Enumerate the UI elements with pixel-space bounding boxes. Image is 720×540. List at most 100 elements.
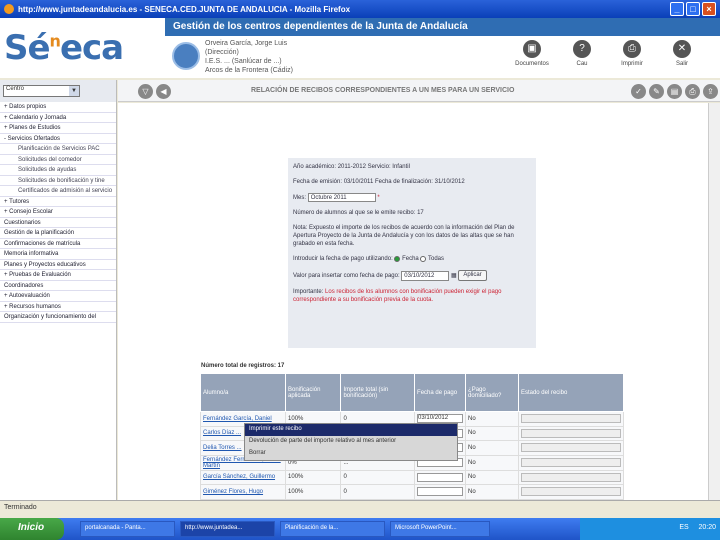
taskbar-item[interactable]: http://www.juntadea... [180, 521, 275, 537]
vertical-scrollbar[interactable] [708, 103, 720, 500]
month-select[interactable]: Octubre 2011 [307, 193, 376, 202]
print-button[interactable]: ⎙ Imprimir [614, 40, 650, 67]
radio-fecha[interactable] [394, 255, 401, 262]
minimize-button[interactable]: _ [670, 2, 684, 16]
calendar-icon[interactable]: ▦ [451, 273, 457, 279]
documents-button[interactable]: ▣ Documentos [514, 40, 550, 67]
app-header: Séneca Gestión de los centros dependient… [0, 18, 720, 78]
user-info: Orveira García, Jorge Luis (Dirección) I… [205, 40, 293, 74]
col-header[interactable]: Estado del recibo [517, 373, 625, 412]
filter-icon[interactable]: ▽ [138, 84, 153, 99]
menu-item-print-receipt[interactable]: Imprimir este recibo [245, 424, 457, 436]
paid-cell: No [465, 425, 519, 441]
status-cell [517, 484, 625, 500]
back-icon[interactable]: ◀ [156, 84, 171, 99]
clock: 20:20 [698, 524, 716, 531]
student-name-link[interactable]: García Sánchez, Guillermo [199, 469, 287, 485]
status-select[interactable] [520, 414, 621, 424]
report-icon[interactable]: ▤ [667, 84, 682, 99]
form-line-count: Número de alumnos al que se le emite rec… [293, 210, 424, 217]
sidebar-item[interactable]: + Consejo Escolar [0, 207, 116, 218]
header-banner: Gestión de los centros dependientes de l… [165, 18, 720, 36]
table-row[interactable]: García Sánchez, Guillermo 100% 0 No [199, 469, 625, 485]
sidebar-item[interactable]: + Tutores [0, 197, 116, 207]
student-name-link[interactable]: Giménez Flores, Hugo [199, 484, 287, 500]
taskbar-item[interactable]: Microsoft PowerPoint... [390, 521, 490, 537]
page-title: RELACIÓN DE RECIBOS CORRESPONDIENTES A U… [251, 87, 515, 94]
sidebar-item[interactable]: Solicitudes de bonificación y tine [0, 176, 116, 186]
payment-date-field[interactable]: 03/10/2012 [417, 414, 464, 424]
menu-item-delete[interactable]: Borrar [245, 448, 457, 460]
window-controls: _ □ × [670, 2, 716, 16]
chevron-down-icon: ▼ [69, 86, 79, 96]
sidebar-list: + Datos propios + Calendario y Jornada + P… [0, 102, 116, 323]
sidebar-item[interactable]: Solicitudes de ayudas [0, 165, 116, 176]
sidebar-item[interactable]: Cuestionarios [0, 218, 116, 228]
paid-cell: No [465, 440, 519, 456]
sidebar-item[interactable]: + Calendario y Jornada [0, 113, 116, 123]
date-cell [414, 469, 467, 485]
col-header[interactable]: Fecha de pago [414, 373, 467, 412]
status-select[interactable] [520, 428, 621, 438]
col-header[interactable]: Importe total (sin bonificación) [340, 373, 416, 412]
paid-cell: No [465, 411, 519, 427]
start-button[interactable]: Inicio [0, 518, 64, 540]
print-icon[interactable]: ⎙ [685, 84, 700, 99]
print-icon: ⎙ [623, 40, 641, 58]
taskbar: Inicio portalcanada - Panta... http://ww… [0, 518, 720, 540]
table-row[interactable]: Giménez Flores, Hugo 100% 0 No [199, 484, 625, 500]
taskbar-item[interactable]: Planificación de la... [280, 521, 385, 537]
sidebar-item[interactable]: + Recursos humanos [0, 302, 116, 312]
payment-date-field[interactable] [417, 487, 464, 497]
sidebar-item[interactable]: + Pruebas de Evaluación [0, 270, 116, 281]
sidebar-item[interactable]: + Datos propios [0, 102, 116, 113]
amount-cell: 0 [340, 469, 416, 485]
status-cell [517, 425, 625, 441]
status-cell [517, 440, 625, 456]
sidebar-item[interactable]: Coordinadores [0, 281, 116, 291]
form-line-year: Año académico: 2011-2012 Servicio: Infan… [293, 164, 410, 170]
exit-button[interactable]: ✕ Salir [664, 40, 700, 67]
cau-button[interactable]: ? Cau [564, 40, 600, 67]
status-select[interactable] [520, 472, 621, 482]
sidebar-item[interactable]: Planes y Proyectos educativos [0, 260, 116, 270]
sidebar-item[interactable]: Memoria informativa [0, 249, 116, 260]
system-tray: ES 20:20 [580, 518, 720, 540]
edit-icon[interactable]: ✎ [649, 84, 664, 99]
accept-icon[interactable]: ✓ [631, 84, 646, 99]
col-header[interactable]: ¿Pago domiciliado? [465, 373, 519, 412]
payment-date-input[interactable]: 03/10/2012 [401, 270, 450, 281]
taskbar-item[interactable]: portalcanada - Panta... [80, 521, 175, 537]
payment-date-field[interactable] [417, 472, 464, 482]
profile-select[interactable]: Centro ▼ [3, 85, 80, 97]
export-icon[interactable]: ⇪ [703, 84, 718, 99]
paid-cell: No [465, 454, 519, 471]
status-select[interactable] [520, 458, 621, 467]
sidebar-item[interactable]: Solicitudes del comedor [0, 155, 116, 165]
window-title: http://www.juntadeandalucia.es - SENECA.… [18, 4, 351, 14]
paid-cell: No [465, 484, 519, 500]
col-header[interactable]: Bonificación aplicada [285, 373, 342, 412]
status-select[interactable] [520, 487, 621, 497]
status-bar: Terminado [0, 500, 720, 518]
firefox-icon [4, 4, 14, 14]
filter-form: Año académico: 2011-2012 Servicio: Infan… [288, 158, 536, 348]
close-button[interactable]: × [702, 2, 716, 16]
apply-button[interactable]: Aplicar [458, 270, 487, 282]
sidebar-item[interactable]: Certificados de admisión al servicio [0, 186, 116, 197]
maximize-button[interactable]: □ [686, 2, 700, 16]
content-toolbar: ▽ ◀ RELACIÓN DE RECIBOS CORRESPONDIENTES… [118, 80, 720, 102]
sidebar-item[interactable]: Planificación de Servicios PAC [0, 144, 116, 155]
sidebar-item[interactable]: Confirmaciones de matrícula [0, 239, 116, 249]
sidebar-item[interactable]: - Servicios Ofertados [0, 134, 116, 144]
col-header[interactable]: Alumno/a [199, 373, 287, 412]
radio-todas[interactable] [420, 255, 427, 262]
sidebar-item[interactable]: Gestión de la planificación [0, 228, 116, 239]
sidebar-item[interactable]: Organización y funcionamiento del [0, 312, 116, 323]
sidebar-item[interactable]: + Autoevaluación [0, 291, 116, 302]
form-line-dates: Fecha de emisión: 03/10/2011 Fecha de fi… [293, 179, 465, 185]
sidebar-item[interactable]: + Planes de Estudios [0, 123, 116, 134]
menu-item-refund[interactable]: Devolución de parte del importe relativo… [245, 436, 457, 448]
status-select[interactable] [520, 443, 621, 453]
language-indicator[interactable]: ES [679, 524, 688, 531]
